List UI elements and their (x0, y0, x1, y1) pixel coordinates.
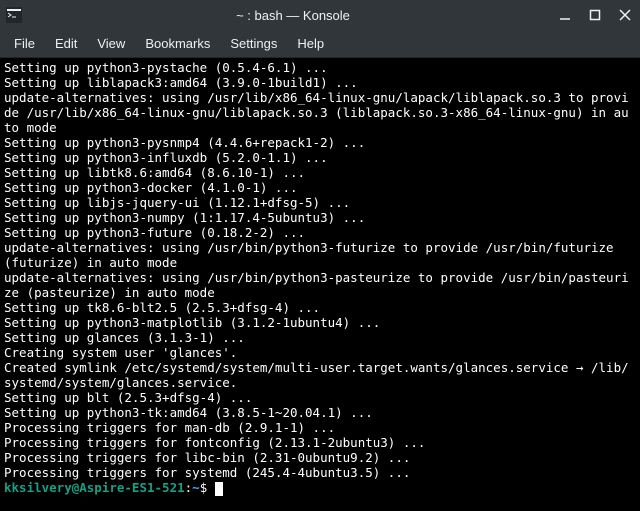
menubar: File Edit View Bookmarks Settings Help (0, 30, 640, 58)
menu-bookmarks[interactable]: Bookmarks (137, 32, 218, 55)
terminal-output[interactable]: Setting up python3-pystache (0.5.4-6.1) … (0, 58, 640, 511)
app-icon (6, 7, 22, 23)
terminal-lines: Setting up python3-pystache (0.5.4-6.1) … (4, 60, 629, 480)
menu-edit[interactable]: Edit (47, 32, 85, 55)
menu-settings[interactable]: Settings (222, 32, 285, 55)
menu-view[interactable]: View (89, 32, 133, 55)
menu-help[interactable]: Help (289, 32, 332, 55)
window-controls (556, 6, 634, 24)
window-title: ~ : bash — Konsole (30, 8, 556, 23)
titlebar: ~ : bash — Konsole (0, 0, 640, 30)
minimize-button[interactable] (556, 6, 574, 24)
terminal-cursor (215, 482, 223, 496)
prompt-path: ~ (192, 480, 200, 495)
menu-file[interactable]: File (6, 32, 43, 55)
close-button[interactable] (616, 6, 634, 24)
prompt-user: kksilvery@Aspire-ES1-521 (4, 480, 185, 495)
prompt-symbol: $ (200, 480, 215, 495)
maximize-button[interactable] (586, 6, 604, 24)
